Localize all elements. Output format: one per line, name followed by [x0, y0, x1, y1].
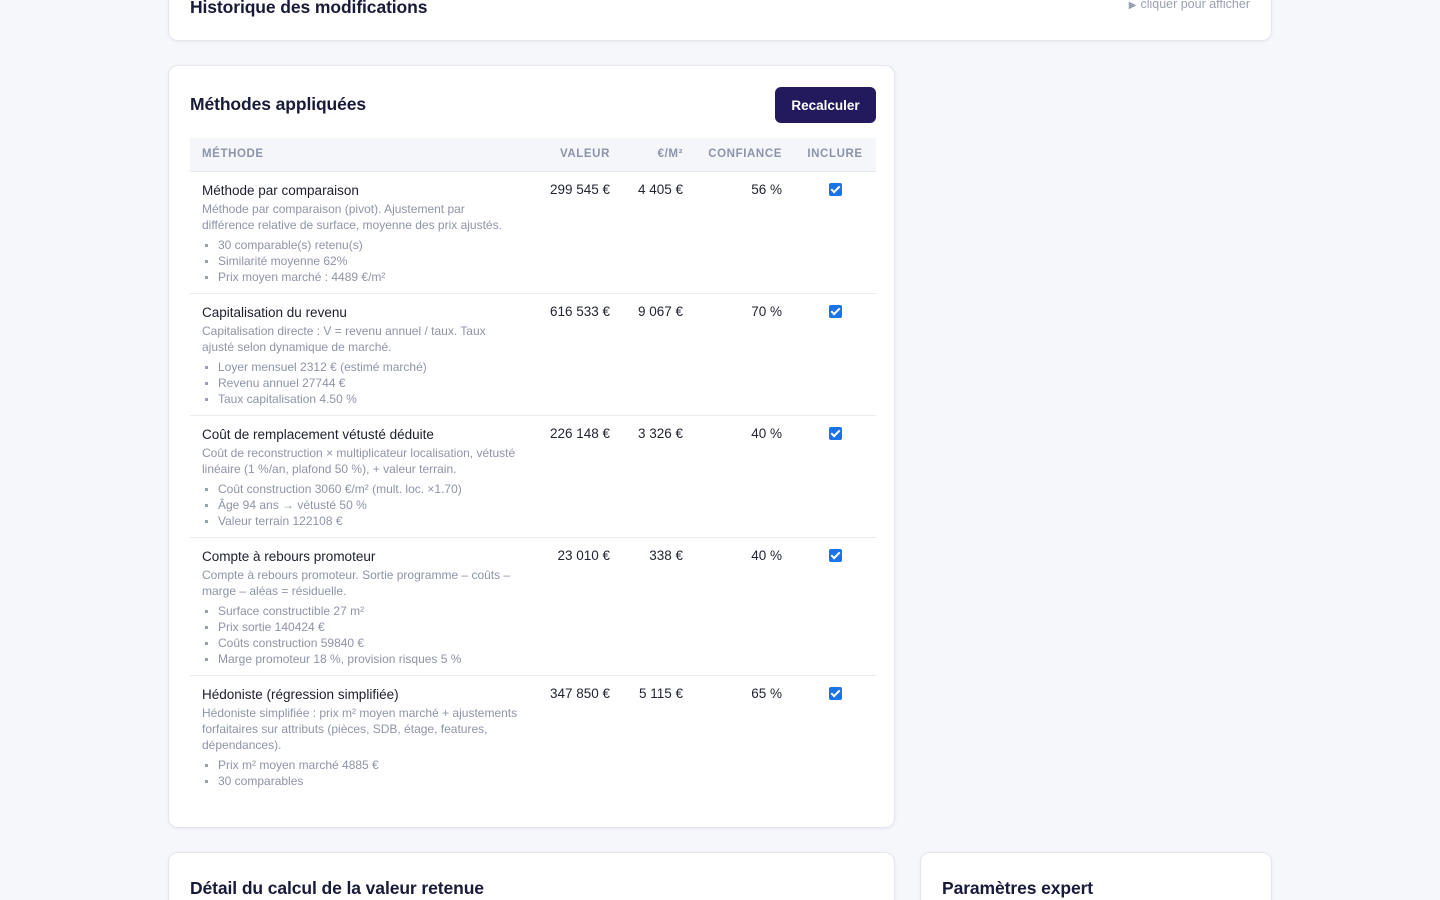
- method-name: Capitalisation du revenu: [202, 304, 347, 320]
- table-header-row: Méthode Valeur €/m² Confiance Inclure: [190, 138, 876, 172]
- history-toggle[interactable]: ▶ cliquer pour afficher: [1129, 0, 1250, 11]
- table-row: Capitalisation du revenu Capitalisation d…: [190, 293, 876, 416]
- method-cell: Méthode par comparaison Méthode par compa…: [190, 171, 530, 294]
- history-card: Historique des modifications ▶ cliquer po…: [168, 0, 1272, 41]
- method-detail-item: Taux capitalisation 4.50 %: [202, 391, 518, 407]
- method-include-cell: [794, 537, 876, 676]
- method-description: Coût de reconstruction × multiplicateur …: [202, 445, 516, 476]
- method-detail-item: Coût construction 3060 €/m² (mult. loc. …: [202, 481, 518, 497]
- expert-parameters-card: Paramètres expert: [920, 852, 1272, 900]
- table-row: Coût de remplacement vétusté déduite Coût…: [190, 415, 876, 538]
- include-checkbox[interactable]: [828, 548, 842, 562]
- method-detail-item: Prix m² moyen marché 4885 €: [202, 757, 518, 773]
- method-include-cell: [794, 293, 876, 416]
- methods-card: Méthodes appliquées Recalculer Méthode V…: [168, 65, 895, 828]
- method-value: 23 010 €: [530, 537, 622, 676]
- method-confidence: 40 %: [695, 415, 794, 538]
- method-description: Compte à rebours promoteur. Sortie progr…: [202, 567, 511, 598]
- method-cell: Capitalisation du revenu Capitalisation d…: [190, 293, 530, 416]
- history-toggle-label: cliquer pour afficher: [1140, 0, 1250, 11]
- method-name: Compte à rebours promoteur: [202, 548, 376, 564]
- method-detail-item: 30 comparable(s) retenu(s): [202, 237, 518, 253]
- method-detail-item: Surface constructible 27 m²: [202, 603, 518, 619]
- method-price-per-m2: 9 067 €: [622, 293, 695, 416]
- method-include-cell: [794, 171, 876, 294]
- column-header-confidence: Confiance: [695, 138, 794, 172]
- column-header-per-m2: €/m²: [622, 138, 695, 172]
- history-title: Historique des modifications: [190, 0, 428, 17]
- method-value: 616 533 €: [530, 293, 622, 416]
- method-price-per-m2: 338 €: [622, 537, 695, 676]
- method-detail-item: 30 comparables: [202, 773, 518, 789]
- method-detail-item: Similarité moyenne 62%: [202, 253, 518, 269]
- method-detail-item: Prix sortie 140424 €: [202, 619, 518, 635]
- method-detail-item: Marge promoteur 18 %, provision risques …: [202, 651, 518, 667]
- method-details-list: Coût construction 3060 €/m² (mult. loc. …: [202, 481, 518, 537]
- methods-table: Méthode Valeur €/m² Confiance Inclure Mé…: [190, 138, 876, 797]
- recalculate-button[interactable]: Recalculer: [775, 87, 876, 123]
- method-confidence: 65 %: [751, 685, 782, 701]
- method-description: Hédoniste simplifiée : prix m² moyen mar…: [202, 705, 518, 752]
- method-cell: Compte à rebours promoteur Compte à rebou…: [190, 537, 530, 676]
- column-header-include: Inclure: [794, 138, 876, 172]
- method-value: 226 148 €: [530, 415, 622, 538]
- method-price-per-m2: 4 405 €: [622, 171, 695, 294]
- table-row: Méthode par comparaison Méthode par compa…: [190, 171, 876, 294]
- method-confidence: 70 %: [695, 293, 794, 416]
- include-checkbox[interactable]: [828, 686, 842, 700]
- table-row: Hédoniste (régression simplifiée) Hédonis…: [190, 675, 876, 797]
- method-detail-item: Loyer mensuel 2312 € (estimé marché): [202, 359, 518, 375]
- method-cell: Coût de remplacement vétusté déduite Coût…: [190, 415, 530, 538]
- method-detail-item: Âge 94 ans → vétusté 50 %: [202, 497, 518, 513]
- method-confidence: 56 %: [695, 171, 794, 294]
- include-checkbox[interactable]: [828, 426, 842, 440]
- method-name: Coût de remplacement vétusté déduite: [202, 426, 434, 442]
- method-confidence: 40 %: [695, 537, 794, 676]
- method-details-list: 30 comparable(s) retenu(s) Similarité moy…: [202, 237, 518, 293]
- method-detail-item: Valeur terrain 122108 €: [202, 513, 518, 529]
- method-description: Méthode par comparaison (pivot). Ajustem…: [202, 201, 502, 232]
- method-details-list: Loyer mensuel 2312 € (estimé marché) Reve…: [202, 359, 518, 415]
- method-value: 299 545 €: [530, 171, 622, 294]
- column-header-value: Valeur: [530, 138, 622, 172]
- method-detail-item: Coûts construction 59840 €: [202, 635, 518, 651]
- expert-title: Paramètres expert: [942, 878, 1094, 898]
- method-description: Capitalisation directe : V = revenu annu…: [202, 323, 486, 354]
- method-price-per-m2: 5 115 €: [638, 685, 683, 701]
- detail-title: Détail du calcul de la valeur retenue: [190, 878, 484, 898]
- method-price-per-m2: 3 326 €: [622, 415, 695, 538]
- include-checkbox[interactable]: [828, 304, 842, 318]
- table-row: Compte à rebours promoteur Compte à rebou…: [190, 537, 876, 676]
- include-checkbox[interactable]: [828, 182, 842, 196]
- method-name: Méthode par comparaison: [202, 182, 359, 198]
- column-header-method: Méthode: [190, 138, 530, 172]
- method-details-list: Prix m² moyen marché 4885 €30 comparable…: [202, 757, 518, 797]
- method-name: Hédoniste (régression simplifiée): [202, 686, 399, 702]
- method-include-cell: [794, 415, 876, 538]
- method-detail-item: Prix moyen marché : 4489 €/m²: [202, 269, 518, 285]
- method-detail-item: Revenu annuel 27744 €: [202, 375, 518, 391]
- caret-right-icon: ▶: [1128, 0, 1137, 11]
- methods-title: Méthodes appliquées: [190, 94, 367, 114]
- method-include-cell: [794, 675, 876, 797]
- method-details-list: Surface constructible 27 m² Prix sortie 1…: [202, 603, 518, 675]
- method-value: 347 850 €: [549, 685, 610, 701]
- detail-card: Détail du calcul de la valeur retenue: [168, 852, 895, 900]
- method-cell: Hédoniste (régression simplifiée) Hédonis…: [190, 675, 530, 797]
